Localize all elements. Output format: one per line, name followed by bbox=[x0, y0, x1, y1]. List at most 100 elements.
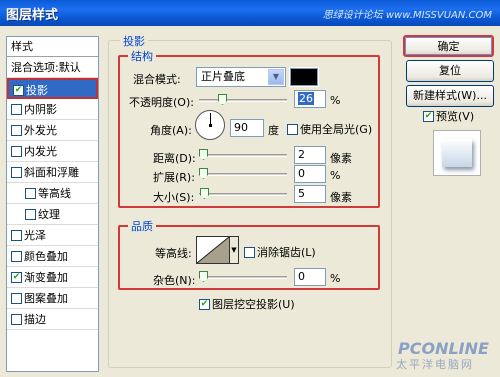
style-checkbox[interactable] bbox=[11, 229, 22, 241]
style-list-item[interactable]: 内阴影 bbox=[7, 99, 98, 120]
spread-unit: % bbox=[330, 169, 341, 182]
spread-label: 扩展(R): bbox=[153, 171, 195, 184]
style-list-item[interactable]: ✔ 投影 bbox=[7, 78, 98, 99]
distance-slider-track[interactable] bbox=[199, 154, 287, 157]
style-list-item[interactable]: 斜面和浮雕 bbox=[7, 162, 98, 183]
style-list-item-label: 混合选项:默认 bbox=[11, 61, 81, 74]
style-list-item-label: 纹理 bbox=[38, 208, 60, 221]
style-list-item[interactable]: 颜色叠加 bbox=[7, 246, 98, 267]
noise-input[interactable]: 0 bbox=[294, 268, 326, 286]
style-list-item[interactable]: 纹理 bbox=[7, 204, 98, 225]
shadow-color-swatch[interactable] bbox=[289, 67, 319, 87]
pconline-subtitle: 太平洋电脑网 bbox=[396, 358, 474, 371]
size-label: 大小(S): bbox=[153, 191, 195, 204]
style-list-item[interactable]: 内发光 bbox=[7, 141, 98, 162]
blend-mode-label: 混合模式: bbox=[133, 73, 181, 86]
style-checkbox[interactable] bbox=[11, 250, 22, 262]
style-checkbox[interactable] bbox=[25, 208, 36, 220]
use-global-light-checkbox[interactable] bbox=[287, 123, 298, 135]
layer-knocks-out-checkbox[interactable]: ✔ bbox=[199, 298, 210, 310]
style-list-item-label: 内发光 bbox=[24, 145, 57, 158]
style-list-item-label: 光泽 bbox=[24, 229, 46, 242]
ok-button[interactable]: 确定 bbox=[403, 35, 494, 57]
size-unit: 像素 bbox=[330, 191, 352, 204]
style-preview bbox=[433, 130, 481, 176]
style-checkbox[interactable] bbox=[11, 124, 22, 136]
spread-slider-track[interactable] bbox=[199, 173, 287, 176]
style-checkbox[interactable] bbox=[11, 103, 22, 115]
distance-unit: 像素 bbox=[330, 152, 352, 165]
use-global-light-option[interactable]: 使用全局光(G) bbox=[287, 121, 372, 137]
style-checkbox[interactable] bbox=[11, 166, 22, 178]
blend-mode-value: 正片叠底 bbox=[201, 70, 245, 83]
noise-slider-track[interactable] bbox=[199, 276, 287, 279]
layer-knocks-out-option[interactable]: ✔ 图层挖空投影(U) bbox=[199, 296, 295, 312]
style-list-item[interactable]: 图案叠加 bbox=[7, 288, 98, 309]
preview-label: 预览(V) bbox=[436, 110, 475, 123]
style-list-item[interactable]: 外发光 bbox=[7, 120, 98, 141]
angle-dial-center bbox=[209, 124, 212, 127]
angle-dial[interactable] bbox=[195, 110, 225, 140]
opacity-input[interactable]: 26 bbox=[294, 90, 326, 108]
spread-input[interactable]: 0 bbox=[294, 165, 326, 183]
style-list-item-label: 斜面和浮雕 bbox=[24, 166, 79, 179]
noise-label: 杂色(N): bbox=[153, 274, 196, 287]
distance-label: 距离(D): bbox=[153, 152, 196, 165]
size-slider-track[interactable] bbox=[199, 193, 287, 196]
style-list-item-label: 投影 bbox=[26, 84, 48, 97]
style-list-item-label: 图案叠加 bbox=[24, 292, 68, 305]
opacity-slider-track[interactable] bbox=[199, 99, 287, 102]
style-preview-swatch bbox=[442, 139, 472, 167]
contour-curve-icon bbox=[196, 236, 230, 264]
chevron-down-icon: ▼ bbox=[268, 69, 284, 85]
quality-title: 品质 bbox=[128, 218, 156, 234]
style-list-item[interactable]: 描边 bbox=[7, 309, 98, 330]
style-list-item-label: 描边 bbox=[24, 313, 46, 326]
style-checkbox[interactable]: ✔ bbox=[13, 84, 24, 96]
opacity-label: 不透明度(O): bbox=[129, 96, 194, 109]
style-list-item-label: 等高线 bbox=[38, 187, 71, 200]
contour-picker[interactable] bbox=[196, 236, 230, 264]
layer-knocks-out-label: 图层挖空投影(U) bbox=[212, 298, 295, 311]
size-input[interactable]: 5 bbox=[294, 185, 326, 203]
style-checkbox[interactable] bbox=[11, 313, 22, 325]
anti-aliased-option[interactable]: 消除锯齿(L) bbox=[244, 244, 316, 260]
styles-list-header[interactable]: 样式 bbox=[7, 37, 98, 57]
style-list-item[interactable]: 光泽 bbox=[7, 225, 98, 246]
style-list-item[interactable]: ✔ 渐变叠加 bbox=[7, 267, 98, 288]
structure-title: 结构 bbox=[128, 48, 156, 64]
drop-shadow-group-title: 投影 bbox=[120, 33, 148, 49]
angle-label: 角度(A): bbox=[150, 124, 192, 137]
styles-list: 样式 混合选项:默认 ✔ 投影 内阴影 外发光 内发光 斜面和浮雕 等高线 纹理 光泽 颜色叠加 ✔ 渐… bbox=[6, 36, 99, 372]
layer-style-dialog: 图层样式 思绿设计论坛 www.MISSVUAN.COM 样式 混合选项:默认 ✔… bbox=[0, 0, 500, 377]
style-checkbox[interactable]: ✔ bbox=[11, 271, 22, 283]
style-list-item-label: 外发光 bbox=[24, 124, 57, 137]
opacity-value: 26 bbox=[298, 92, 314, 105]
noise-unit: % bbox=[330, 272, 341, 285]
title-bar: 图层样式 思绿设计论坛 www.MISSVUAN.COM bbox=[0, 0, 500, 26]
watermark-text-top: 思绿设计论坛 www.MISSVUAN.COM bbox=[322, 10, 492, 21]
blend-mode-select[interactable]: 正片叠底 ▼ bbox=[196, 67, 286, 87]
window-title: 图层样式 bbox=[6, 8, 59, 23]
angle-unit: 度 bbox=[268, 124, 279, 137]
style-list-item[interactable]: 混合选项:默认 bbox=[7, 57, 98, 78]
style-list-item-label: 颜色叠加 bbox=[24, 250, 68, 263]
style-list-item-label: 内阴影 bbox=[24, 103, 57, 116]
preview-checkbox[interactable]: ✔ bbox=[423, 110, 434, 122]
anti-aliased-label: 消除锯齿(L) bbox=[257, 246, 316, 259]
contour-dropdown-arrow[interactable]: ▼ bbox=[230, 236, 239, 264]
angle-input[interactable]: 90 bbox=[230, 119, 264, 137]
distance-input[interactable]: 2 bbox=[294, 146, 326, 164]
opacity-unit: % bbox=[330, 94, 341, 107]
style-list-item-label: 渐变叠加 bbox=[24, 271, 68, 284]
style-checkbox[interactable] bbox=[25, 187, 36, 199]
style-checkbox[interactable] bbox=[11, 292, 22, 304]
use-global-light-label: 使用全局光(G) bbox=[300, 123, 373, 136]
style-checkbox[interactable] bbox=[11, 145, 22, 157]
reset-button[interactable]: 复位 bbox=[406, 60, 494, 82]
style-list-item[interactable]: 等高线 bbox=[7, 183, 98, 204]
new-style-button[interactable]: 新建样式(W)... bbox=[406, 85, 494, 107]
anti-aliased-checkbox[interactable] bbox=[244, 246, 255, 258]
preview-option[interactable]: ✔ 预览(V) bbox=[423, 108, 474, 124]
contour-label: 等高线: bbox=[155, 247, 192, 260]
